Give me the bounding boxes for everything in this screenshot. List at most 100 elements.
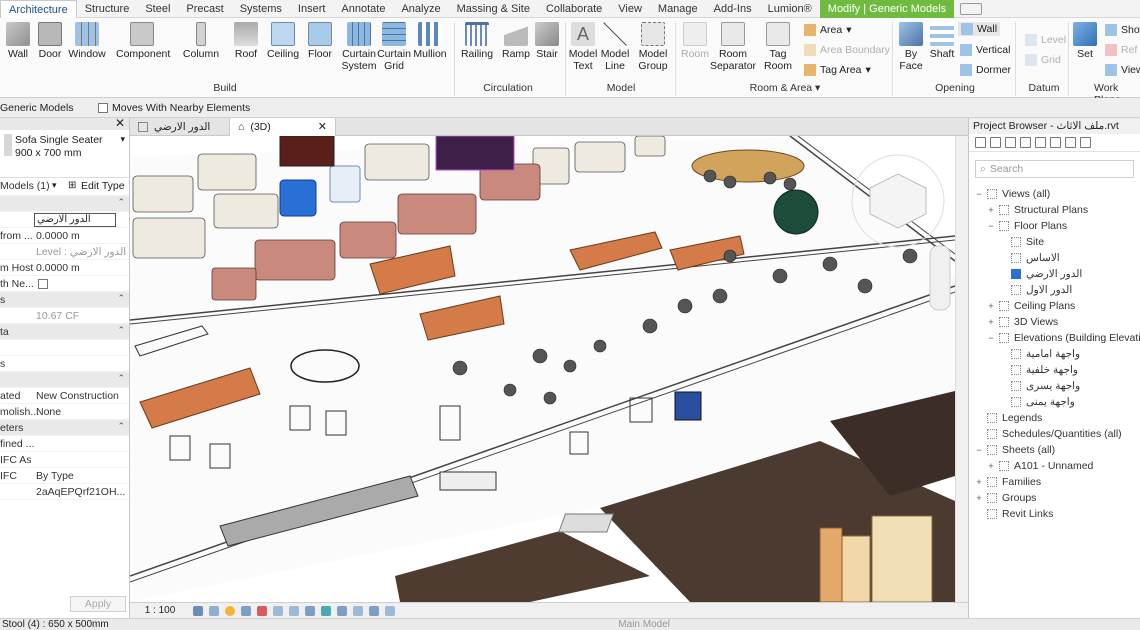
ribbon-display-toggle-icon[interactable] (960, 2, 983, 15)
area-boundary-button[interactable]: Area Boundary (804, 44, 890, 56)
moves-with-checkbox[interactable] (98, 102, 108, 113)
save-icon[interactable] (990, 137, 1001, 148)
vertical-opening-button[interactable]: Vertical (960, 44, 1010, 56)
print-icon[interactable] (1035, 137, 1046, 148)
area-button[interactable]: Area ▾ (804, 24, 851, 36)
sun-path-icon[interactable] (225, 605, 235, 616)
tab-systems[interactable]: Systems (232, 0, 290, 18)
hide-isolate-icon[interactable] (321, 605, 331, 616)
worksharing-icon[interactable] (353, 605, 363, 616)
tab-manage[interactable]: Manage (650, 0, 706, 18)
tab-annotate[interactable]: Annotate (333, 0, 393, 18)
tab-precast[interactable]: Precast (178, 0, 231, 18)
shadows-icon[interactable] (241, 605, 251, 616)
column-button[interactable]: Column (176, 22, 226, 60)
viewer-button[interactable]: View (1105, 64, 1140, 76)
tab-collaborate[interactable]: Collaborate (538, 0, 610, 18)
analytical-icon[interactable] (369, 605, 379, 616)
browser-tree-item[interactable]: واجهة يمنى (969, 394, 1140, 410)
property-category[interactable]: eters ⌃ (0, 420, 129, 436)
wall-opening-button[interactable]: Wall (958, 22, 1001, 36)
browser-tree-item[interactable]: واجهة خلفية (969, 362, 1140, 378)
property-category[interactable]: ⌃ (0, 196, 129, 212)
show-crop-icon[interactable] (289, 605, 299, 616)
tab-steel[interactable]: Steel (137, 0, 178, 18)
active-model-label[interactable]: Main Model (618, 619, 670, 630)
crop-view-icon[interactable] (273, 605, 283, 616)
highlight-icon[interactable] (385, 605, 395, 616)
tab-add-ins[interactable]: Add-Ins (706, 0, 760, 18)
expand-icon[interactable]: + (987, 298, 995, 314)
undo-icon[interactable] (1065, 137, 1076, 148)
export-icon[interactable] (1050, 137, 1061, 148)
collapse-icon[interactable]: ⌃ (117, 421, 125, 432)
browser-tree-item[interactable]: + A101 - Unnamed (969, 458, 1140, 474)
render-icon[interactable] (257, 605, 267, 616)
visual-style-icon[interactable] (209, 605, 219, 616)
mullion-button[interactable]: Mullion (405, 22, 455, 60)
tab-architecture[interactable]: Architecture (0, 0, 77, 18)
expand-icon[interactable]: + (987, 458, 995, 474)
expand-icon[interactable]: + (975, 474, 983, 490)
tag-room-button[interactable]: Tag Room (753, 22, 803, 72)
browser-tree-item[interactable]: Revit Links (969, 506, 1140, 522)
browser-tree-item[interactable]: Site (969, 234, 1140, 250)
component-button[interactable]: Component (116, 22, 170, 60)
collapse-icon[interactable]: ⌃ (117, 373, 125, 384)
collapse-icon[interactable]: − (975, 186, 983, 202)
collapse-icon[interactable]: − (975, 442, 983, 458)
browser-tree-item[interactable]: Legends (969, 410, 1140, 426)
collapse-icon[interactable]: ⌃ (117, 293, 125, 304)
type-selector[interactable]: Sofa Single Seater 900 x 700 mm ▾ (0, 130, 129, 178)
browser-tree-item[interactable]: Schedules/Quantities (all) (969, 426, 1140, 442)
property-category[interactable]: ⌃ (0, 372, 129, 388)
home-icon[interactable] (975, 137, 986, 148)
apply-button[interactable]: Apply (70, 596, 126, 612)
tab-view[interactable]: View (610, 0, 650, 18)
room-separator-button[interactable]: Room Separator (708, 22, 758, 72)
expand-icon[interactable]: + (987, 314, 995, 330)
open-icon[interactable] (1005, 137, 1016, 148)
browser-tree-item[interactable]: واجهة يسرى (969, 378, 1140, 394)
tab-insert[interactable]: Insert (290, 0, 334, 18)
browser-tree-item[interactable]: الدور الاول (969, 282, 1140, 298)
browser-tree-item[interactable]: − Sheets (all) (969, 442, 1140, 458)
3d-view-canvas[interactable] (130, 136, 955, 602)
browser-tree-item[interactable]: + Groups (969, 490, 1140, 506)
grid-button[interactable]: Grid (1025, 54, 1061, 66)
selection-filter[interactable]: Models (1) (0, 180, 50, 192)
level-button[interactable]: Level (1025, 34, 1066, 46)
collapse-icon[interactable]: ⌃ (117, 197, 125, 208)
level-field[interactable]: الدور الارضي (34, 213, 116, 227)
close-icon[interactable]: ✕ (115, 118, 125, 130)
vertical-scrollbar[interactable] (955, 136, 968, 602)
tab-massing-site[interactable]: Massing & Site (449, 0, 538, 18)
window-button[interactable]: Window (62, 22, 112, 60)
selected-sofa-single-seater[interactable] (279, 179, 317, 217)
browser-tree-item[interactable]: − Elevations (Building Elevation) (969, 330, 1140, 346)
view-tab-ground-floor[interactable]: الدور الارضي (130, 118, 230, 136)
lock-view-icon[interactable] (305, 605, 315, 616)
browser-tree-item[interactable]: − Views (all) (969, 186, 1140, 202)
browser-tree-item[interactable]: − Floor Plans (969, 218, 1140, 234)
browser-tree-item[interactable]: + Structural Plans (969, 202, 1140, 218)
browser-search-input[interactable]: ⌕ Search (975, 160, 1134, 178)
navigation-bar[interactable] (929, 245, 951, 311)
browser-tree-item[interactable]: الاساس (969, 250, 1140, 266)
ref-plane-button[interactable]: Ref (1105, 44, 1137, 56)
tab-modify-generic-models[interactable]: Modify | Generic Models (819, 0, 955, 18)
browser-tree-item[interactable]: + Ceiling Plans (969, 298, 1140, 314)
property-category[interactable]: s ⌃ (0, 292, 129, 308)
show-button[interactable]: Show (1105, 24, 1140, 36)
set-button[interactable]: Set (1061, 22, 1109, 60)
browser-tree-item[interactable]: +3D Views (969, 314, 1140, 330)
tag-area-button[interactable]: Tag Area ▾ (804, 64, 871, 76)
property-category[interactable]: ta ⌃ (0, 324, 129, 340)
browser-tree-item[interactable]: واجهة امامية (969, 346, 1140, 362)
browser-tree-item[interactable]: الدور الارضي (969, 266, 1140, 282)
browser-tree-item[interactable]: + Families (969, 474, 1140, 490)
view-scale[interactable]: 1 : 100 (130, 605, 190, 616)
dormer-button[interactable]: Dormer (960, 64, 1011, 76)
expand-icon[interactable]: + (975, 490, 983, 506)
collapse-icon[interactable]: − (987, 330, 995, 346)
